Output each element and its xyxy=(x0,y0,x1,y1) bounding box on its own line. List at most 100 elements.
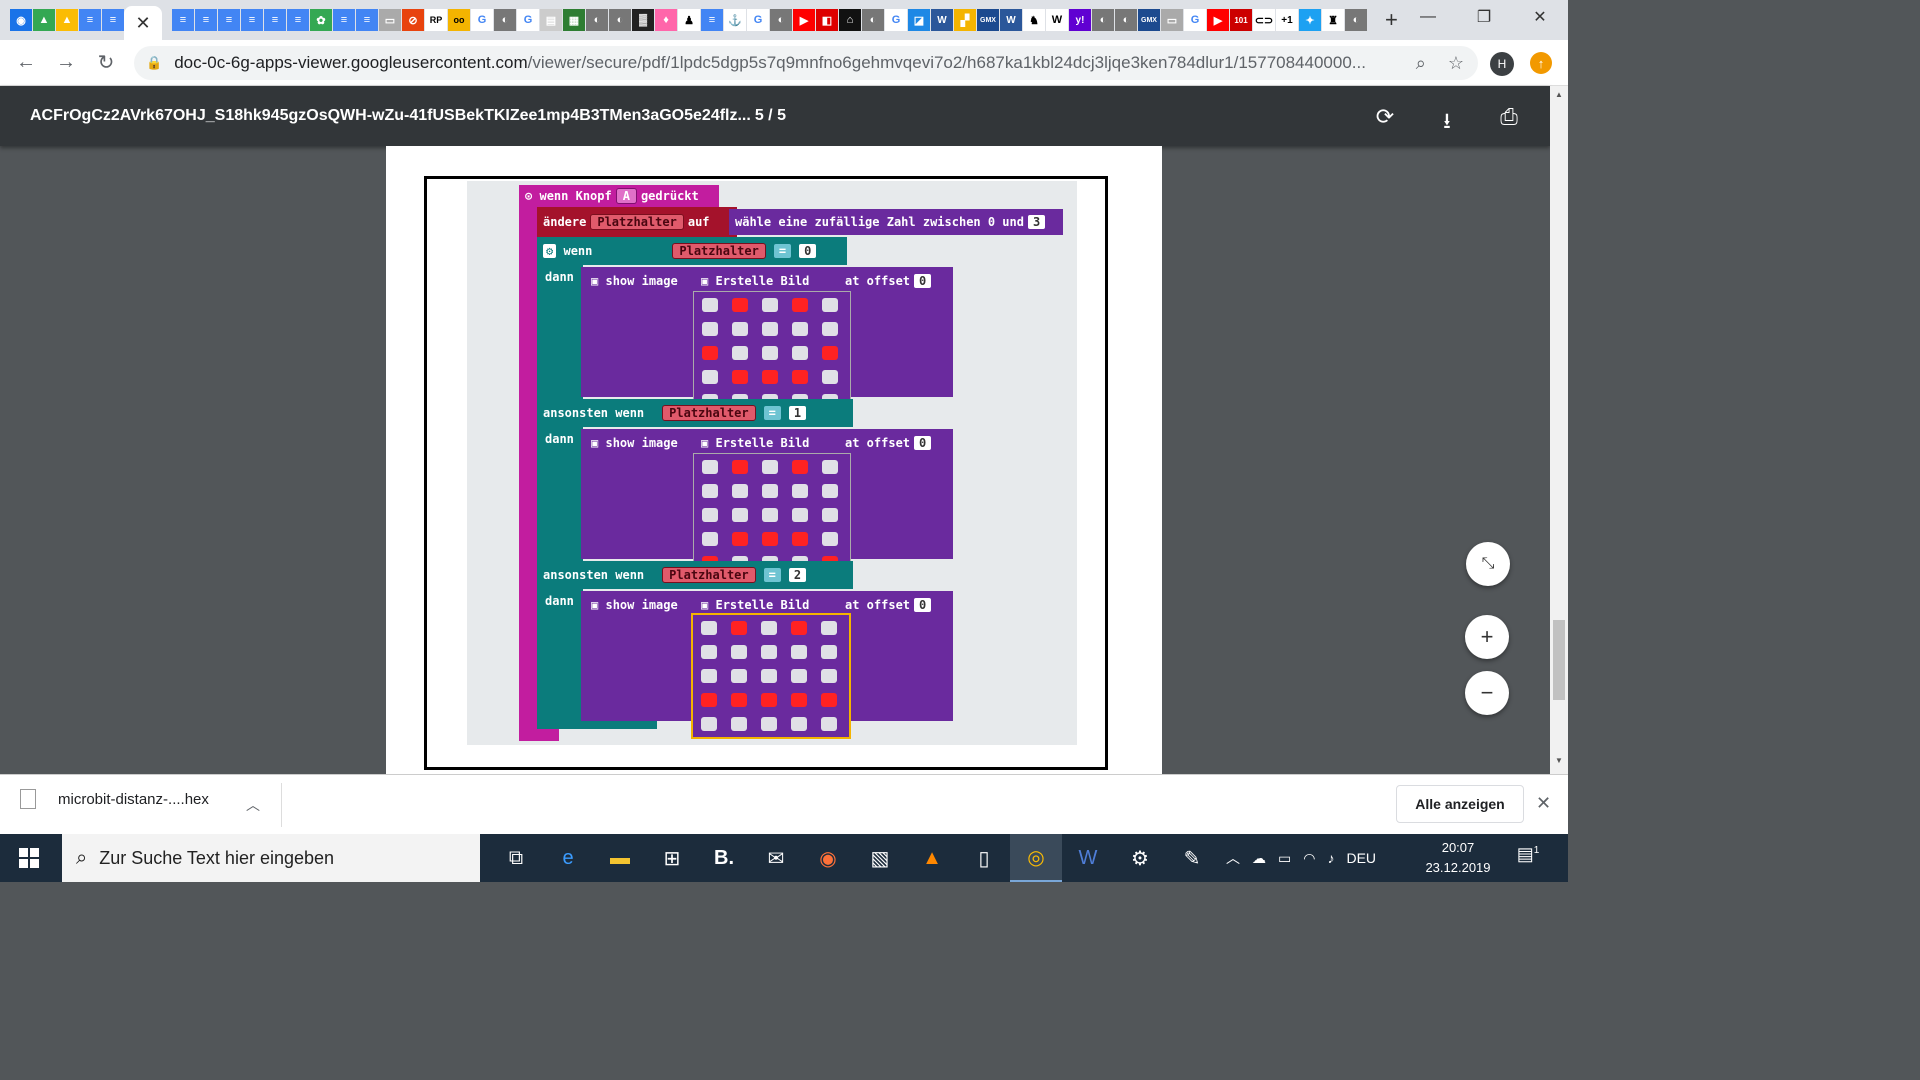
led-off[interactable] xyxy=(762,322,778,336)
drive-tab-icon-2[interactable]: ▲ xyxy=(56,9,78,31)
led-grid-2[interactable] xyxy=(693,453,851,577)
ship-tab-icon[interactable]: ⚓ xyxy=(724,9,746,31)
condition-variable-3[interactable]: Platzhalter xyxy=(662,567,756,583)
notification-icon[interactable]: ▤1 xyxy=(1514,844,1542,872)
elseif-row-2[interactable]: ansonsten wenn Platzhalter = 2 xyxy=(537,561,853,589)
blue-tab-icon[interactable]: ◪ xyxy=(908,9,930,31)
address-bar[interactable]: 🔒 doc-0c-6g-apps-viewer.googleuserconten… xyxy=(134,46,1478,80)
chevron-up-tray-icon[interactable]: ︿ xyxy=(1226,848,1240,868)
chevron-up-icon[interactable]: ︿ xyxy=(246,795,260,815)
ms-tab-icon[interactable]: ▞ xyxy=(954,9,976,31)
volume-icon[interactable]: ♪ xyxy=(1327,850,1334,866)
word-tab-icon-2[interactable]: W xyxy=(1000,9,1022,31)
led-off[interactable] xyxy=(822,322,838,336)
globe-tab-icon[interactable]: ◐ xyxy=(494,9,516,31)
led-grid-1[interactable] xyxy=(693,291,851,415)
language-indicator[interactable]: DEU xyxy=(1346,850,1376,866)
store-icon[interactable]: ⊞ xyxy=(646,834,698,882)
download-icon[interactable]: ⭳ xyxy=(1436,104,1458,142)
settings-gear-icon[interactable]: ⚙ xyxy=(1114,834,1166,882)
condition-value-1[interactable]: 0 xyxy=(799,244,817,258)
dark-tab-icon[interactable]: ▓ xyxy=(632,9,654,31)
led-off[interactable] xyxy=(821,645,837,659)
led-off[interactable] xyxy=(821,669,837,683)
set-variable-block[interactable]: ändere Platzhalter auf xyxy=(537,207,737,237)
condition-value-3[interactable]: 2 xyxy=(788,568,807,582)
docs-tab-icon-6[interactable]: ≡ xyxy=(241,9,263,31)
led-on[interactable] xyxy=(792,370,808,384)
led-off[interactable] xyxy=(791,717,807,731)
clock[interactable]: 20:07 23.12.2019 xyxy=(1418,838,1498,878)
globe-tab-icon-3[interactable]: ◐ xyxy=(609,9,631,31)
equals-dropdown-2[interactable]: = xyxy=(763,406,781,420)
word-icon[interactable]: W xyxy=(1062,834,1114,882)
led-off[interactable] xyxy=(792,484,808,498)
led-on[interactable] xyxy=(792,298,808,312)
restore-button[interactable]: ❐ xyxy=(1456,0,1512,34)
google-tab-icon-2[interactable]: G xyxy=(517,9,539,31)
docs-tab-icon-8[interactable]: ≡ xyxy=(287,9,309,31)
docs-tab-icon-10[interactable]: ≡ xyxy=(356,9,378,31)
google-tab-icon-5[interactable]: G xyxy=(1184,9,1206,31)
docs-tab-icon[interactable]: ≡ xyxy=(79,9,101,31)
word-tab-icon[interactable]: W xyxy=(931,9,953,31)
docs-tab-icon-7[interactable]: ≡ xyxy=(264,9,286,31)
show-all-button[interactable]: Alle anzeigen xyxy=(1396,785,1524,823)
scroll-up-icon[interactable]: ▲ xyxy=(1550,90,1568,104)
led-off[interactable] xyxy=(821,621,837,635)
random-max-input[interactable]: 3 xyxy=(1027,215,1046,229)
zoom-icon[interactable]: ⌕ xyxy=(1416,53,1426,74)
led-off[interactable] xyxy=(822,298,838,312)
zoom-out-button[interactable]: − xyxy=(1465,671,1509,715)
grid-tab-icon[interactable]: ▦ xyxy=(563,9,585,31)
fit-page-icon[interactable]: ⤡ xyxy=(1466,542,1510,586)
led-off[interactable] xyxy=(822,484,838,498)
plus-one-tab-icon[interactable]: +1 xyxy=(1276,9,1298,31)
youtube-tab-icon[interactable]: ▶ xyxy=(793,9,815,31)
docs-tab-icon-3[interactable]: ≡ xyxy=(172,9,194,31)
led-on[interactable] xyxy=(701,693,717,707)
plant-tab-icon[interactable]: ✿ xyxy=(310,9,332,31)
led-on[interactable] xyxy=(762,370,778,384)
docs-tab-icon-9[interactable]: ≡ xyxy=(333,9,355,31)
led-on[interactable] xyxy=(731,693,747,707)
led-off[interactable] xyxy=(702,532,718,546)
led-off[interactable] xyxy=(792,508,808,522)
twitter-tab-icon[interactable]: ✦ xyxy=(1299,9,1321,31)
led-off[interactable] xyxy=(761,621,777,635)
led-off[interactable] xyxy=(701,669,717,683)
taskbar-search[interactable]: ⌕ Zur Suche Text hier eingeben xyxy=(62,834,480,882)
profile-avatar[interactable]: H xyxy=(1490,52,1514,76)
led-off[interactable] xyxy=(761,669,777,683)
paint-icon[interactable]: ✎ xyxy=(1166,834,1218,882)
led-on[interactable] xyxy=(732,370,748,384)
reload-icon[interactable]: ↻ xyxy=(86,43,126,83)
battery-icon[interactable]: ▭ xyxy=(1278,850,1291,867)
led-off[interactable] xyxy=(762,460,778,474)
house-tab-icon[interactable]: ⌂ xyxy=(839,9,861,31)
led-off[interactable] xyxy=(822,370,838,384)
globe-tab-icon-6[interactable]: ◐ xyxy=(1092,9,1114,31)
docs-tab-icon-4[interactable]: ≡ xyxy=(195,9,217,31)
chrome-icon[interactable]: ◎ xyxy=(1010,834,1062,882)
led-on[interactable] xyxy=(822,346,838,360)
document-icon[interactable]: ▯ xyxy=(958,834,1010,882)
random-block[interactable]: wähle eine zufällige Zahl zwischen 0 und… xyxy=(729,209,1063,235)
news-tab-icon[interactable]: 101 xyxy=(1230,9,1252,31)
pin-tab-icon[interactable]: ♦ xyxy=(655,9,677,31)
wifi-icon[interactable]: ◠ xyxy=(1303,850,1315,867)
cup-tab-icon[interactable]: ♜ xyxy=(1322,9,1344,31)
led-off[interactable] xyxy=(762,346,778,360)
led-on[interactable] xyxy=(792,532,808,546)
file-explorer-icon[interactable]: ▬ xyxy=(594,834,646,882)
gmx-tab-icon[interactable]: GMX xyxy=(977,9,999,31)
offset-input-1[interactable]: 0 xyxy=(914,274,932,288)
led-off[interactable] xyxy=(822,460,838,474)
rp-tab-icon[interactable]: RP xyxy=(425,9,447,31)
close-window-button[interactable]: ✕ xyxy=(1512,0,1568,34)
led-off[interactable] xyxy=(732,346,748,360)
led-off[interactable] xyxy=(791,669,807,683)
led-on[interactable] xyxy=(791,621,807,635)
red-tab-icon[interactable]: ◧ xyxy=(816,9,838,31)
led-off[interactable] xyxy=(731,717,747,731)
